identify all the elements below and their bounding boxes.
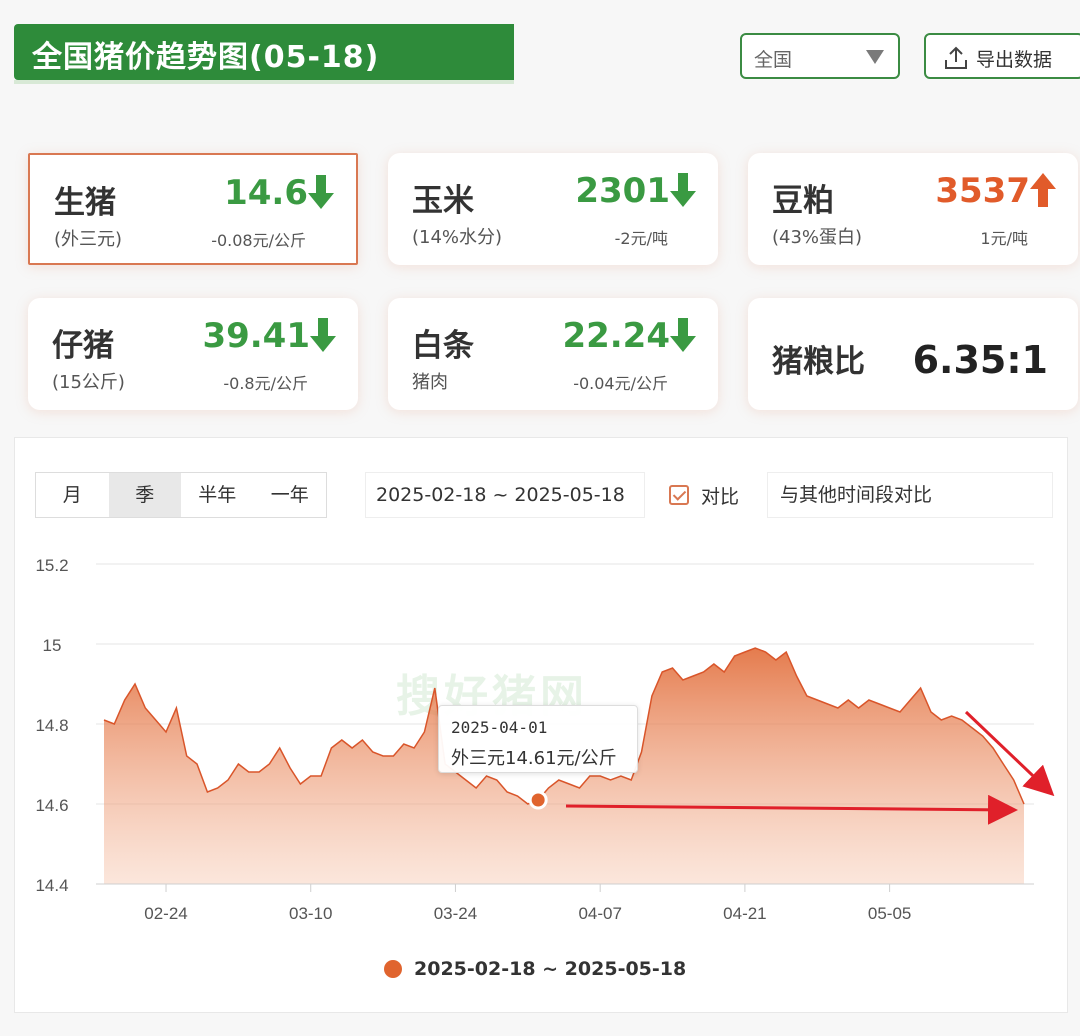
tooltip-value: 外三元14.61元/公斤 <box>451 748 617 769</box>
legend-label[interactable]: 2025-02-18 ~ 2025-05-18 <box>414 958 686 980</box>
price-area-chart: 14.4 14.6 14.8 15 15.2 02-24 03-10 03-24 04-07 04… <box>35 556 1055 923</box>
y-tick-label: 14.4 <box>35 876 68 895</box>
tooltip-date: 2025-04-01 <box>451 718 548 737</box>
y-tick-label: 15.2 <box>35 556 68 575</box>
x-tick-label: 03-24 <box>434 904 477 923</box>
chart-tooltip: 2025-04-01 外三元14.61元/公斤 <box>438 705 638 773</box>
x-tick-label: 04-21 <box>723 904 766 923</box>
y-tick-label: 14.6 <box>35 796 68 815</box>
y-tick-label: 15 <box>43 636 62 655</box>
x-tick-label: 05-05 <box>868 904 911 923</box>
x-tick-label: 02-24 <box>144 904 187 923</box>
hover-point <box>528 790 548 810</box>
x-tick-label: 03-10 <box>289 904 332 923</box>
y-tick-label: 14.8 <box>35 716 68 735</box>
legend-marker[interactable] <box>384 960 402 978</box>
x-tick-label: 04-07 <box>578 904 621 923</box>
